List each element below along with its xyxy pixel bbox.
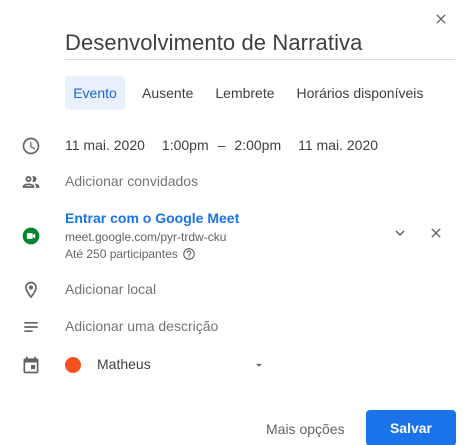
people-icon — [20, 171, 42, 193]
tab-ausente[interactable]: Ausente — [133, 76, 202, 110]
start-date[interactable]: 11 mai. 2020 — [65, 137, 145, 153]
chevron-down-icon — [395, 230, 405, 236]
meet-options-chevron-button[interactable] — [389, 222, 411, 244]
more-options-button[interactable]: Mais opções — [258, 412, 353, 445]
time-separator: – — [217, 137, 226, 153]
close-icon — [431, 228, 441, 238]
calendar-color-dot — [65, 357, 81, 373]
tab-lembrete[interactable]: Lembrete — [206, 76, 283, 110]
calendar-dropdown-button[interactable] — [252, 358, 266, 372]
google-meet-icon — [20, 225, 42, 247]
add-location-field[interactable]: Adicionar local — [65, 281, 156, 297]
title-field[interactable]: Desenvolvimento de Narrativa — [65, 28, 455, 60]
add-guests-field[interactable]: Adicionar convidados — [65, 173, 198, 189]
calendar-icon — [20, 354, 42, 376]
notes-lines-icon — [20, 316, 42, 338]
help-circle-icon[interactable] — [182, 247, 196, 261]
datetime-row: 11 mai. 2020 1:00pm – 2:00pm 11 mai. 202… — [65, 137, 378, 153]
end-date[interactable]: 11 mai. 2020 — [298, 137, 378, 153]
add-description-field[interactable]: Adicionar uma descrição — [65, 318, 218, 334]
tab-evento[interactable]: Evento — [65, 76, 125, 110]
dropdown-triangle-icon — [256, 363, 262, 367]
calendar-name[interactable]: Matheus — [97, 356, 151, 372]
location-pin-icon — [20, 279, 42, 301]
start-time[interactable]: 1:00pm — [162, 137, 209, 153]
event-title[interactable]: Desenvolvimento de Narrativa — [65, 28, 455, 58]
participants-text: Até 250 participantes — [65, 247, 178, 261]
join-google-meet-link[interactable]: Entrar com o Google Meet — [65, 210, 239, 226]
meet-participants: Até 250 participantes — [65, 247, 196, 261]
remove-meet-button[interactable] — [425, 222, 447, 244]
end-time[interactable]: 2:00pm — [234, 137, 281, 153]
tab-horarios-disponiveis[interactable]: Horários disponíveis — [288, 76, 433, 110]
event-type-tabs: Evento Ausente Lembrete Horários disponí… — [65, 76, 432, 110]
meet-url: meet.google.com/pyr-trdw-cku — [65, 230, 227, 244]
close-icon — [436, 14, 446, 24]
save-button[interactable]: Salvar — [366, 410, 456, 445]
clock-icon — [20, 135, 42, 157]
